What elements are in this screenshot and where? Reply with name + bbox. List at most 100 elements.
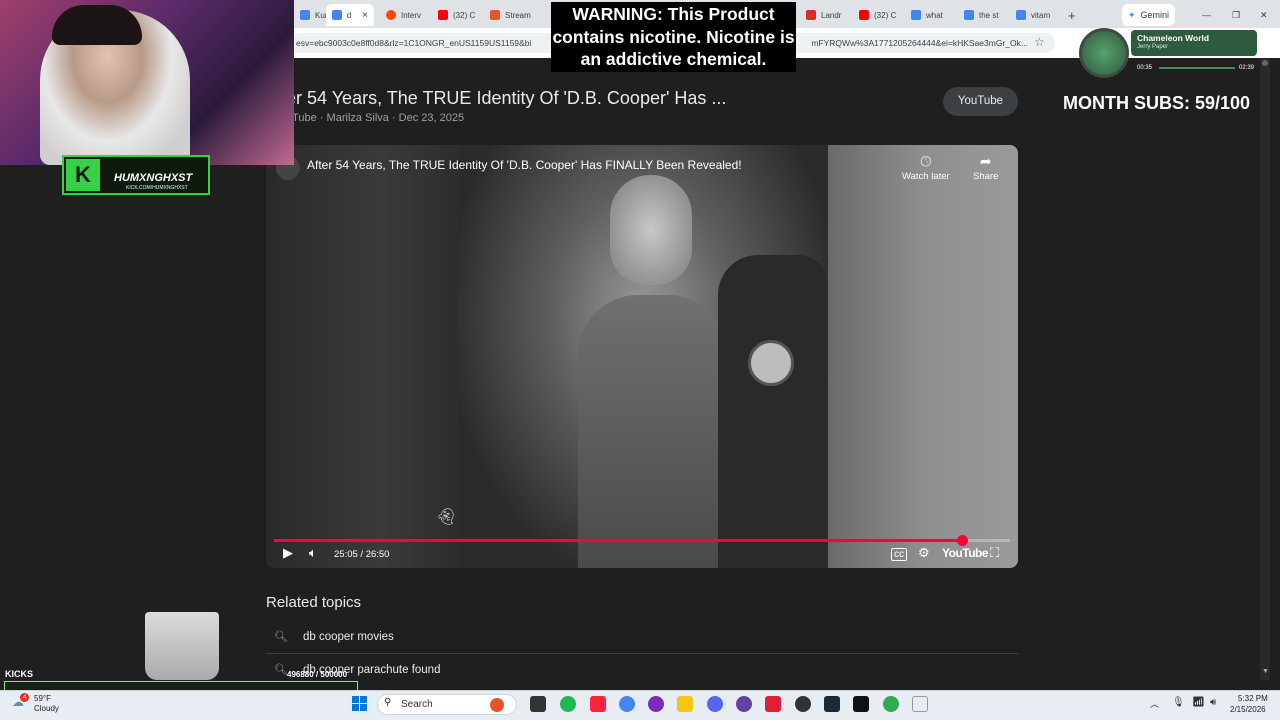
song-total: 02:39 — [1239, 65, 1255, 71]
streamer-logo: K HUMXNGHXST KICK.COM/HUMXNGHXST — [62, 155, 210, 195]
ghost-cursor-icon: 👻︎ — [436, 509, 457, 526]
task-view-icon[interactable] — [530, 696, 546, 712]
officer-jacket — [718, 255, 828, 568]
webcam-overlay — [0, 0, 294, 165]
result-title-link[interactable]: ter 54 Years, The TRUE Identity Of 'D.B.… — [281, 88, 726, 109]
streamer-name: HUMXNGHXST — [114, 172, 193, 184]
video-frame-photo — [458, 145, 828, 568]
streamer-hair — [52, 5, 142, 45]
chevron-up-icon[interactable]: ︿ — [1150, 697, 1159, 710]
close-tab-icon[interactable]: × — [362, 10, 368, 21]
youtube-icon — [438, 10, 448, 20]
taskbar-clock-date[interactable]: 2/15/2026 — [1230, 705, 1266, 714]
app-purple-icon[interactable] — [648, 696, 664, 712]
maximize-button[interactable]: ❐ — [1226, 4, 1246, 26]
youtube-icon — [859, 10, 869, 20]
scroll-down-arrow-icon[interactable]: ▼ — [1262, 668, 1269, 675]
kicks-goal-value: 496880 / 500000 — [287, 670, 348, 679]
youtube-logo[interactable]: YouTube — [942, 546, 989, 560]
share-icon: ➦ — [979, 153, 992, 169]
google-icon — [300, 10, 310, 20]
search-highlight-icon[interactable] — [490, 698, 504, 712]
search-icon: 🔍︎ — [274, 664, 288, 676]
fullscreen-icon[interactable]: ⛶ — [990, 545, 999, 561]
video-player[interactable]: After 54 Years, The TRUE Identity Of 'D.… — [266, 145, 1018, 568]
tab-10[interactable]: vitam — [1010, 4, 1056, 26]
video-frame-left — [266, 145, 458, 568]
video-time: 25:05 / 26:50 — [334, 549, 390, 560]
stream-icon — [490, 10, 500, 20]
minimize-button[interactable]: — — [1196, 4, 1217, 26]
gemini-button[interactable]: ✦ Gemini — [1122, 4, 1176, 26]
song-title: Chameleon World — [1137, 33, 1210, 43]
scrollbar[interactable] — [1260, 58, 1270, 680]
captions-button[interactable]: cc — [891, 548, 907, 561]
video-title[interactable]: After 54 Years, The TRUE Identity Of 'D.… — [307, 158, 742, 172]
related-topic-item[interactable]: 🔍︎ db cooper movies — [266, 622, 1018, 654]
streamer-url: KICK.COM/HUMXNGHXST — [126, 185, 188, 191]
album-art — [1079, 28, 1129, 78]
weather-temp[interactable]: 59°F — [34, 694, 51, 703]
tab-6[interactable]: Landr — [800, 4, 847, 26]
close-window-button[interactable]: ✕ — [1254, 4, 1274, 26]
new-tab-button[interactable]: + — [1062, 4, 1082, 26]
app-red-icon[interactable] — [765, 696, 781, 712]
google-icon — [964, 10, 974, 20]
chrome-profile-icon[interactable] — [883, 696, 899, 712]
terminal-icon[interactable] — [853, 696, 869, 712]
landr-icon — [806, 10, 816, 20]
windows-start-icon[interactable] — [352, 696, 368, 712]
gemini-icon: ✦ — [1128, 9, 1136, 20]
discord-icon[interactable] — [707, 696, 723, 712]
bookmark-star-icon[interactable]: ☆ — [1034, 35, 1045, 49]
spotify-icon[interactable] — [560, 696, 576, 712]
video-progress-bar[interactable] — [274, 535, 1010, 546]
google-icon — [911, 10, 921, 20]
search-icon: 🔍︎ — [274, 631, 288, 643]
google-icon — [332, 10, 342, 20]
file-explorer-icon[interactable] — [677, 696, 693, 712]
scrollbar-thumb[interactable] — [1262, 60, 1268, 66]
weather-condition[interactable]: Cloudy — [34, 704, 59, 713]
video-progress-fill — [274, 539, 963, 542]
song-progress-bar — [1159, 67, 1235, 69]
clock-icon: 🕓︎ — [920, 153, 932, 169]
speaker-icon[interactable]: 🔊︎ — [1210, 697, 1216, 708]
tab-8[interactable]: what — [905, 4, 949, 26]
google-icon — [1016, 10, 1026, 20]
tab-4[interactable]: (32) C — [432, 4, 481, 26]
share-button[interactable]: ➦ Share — [973, 153, 998, 182]
play-button[interactable]: ▶ — [283, 545, 293, 561]
tab-9[interactable]: the st — [958, 4, 1005, 26]
search-icon: ⚲ — [384, 697, 392, 708]
result-meta: uTube · Marilza Silva · Dec 23, 2025 — [286, 112, 465, 124]
tab-7[interactable]: (32) C — [853, 4, 902, 26]
related-topic-item[interactable]: 🔍︎ db cooper parachute found — [266, 655, 1018, 687]
tab-5[interactable]: Stream — [484, 4, 537, 26]
song-artist: Jerry Paper — [1137, 44, 1169, 50]
taskbar-search-label: Search — [401, 699, 433, 710]
taskbar-clock-time[interactable]: 5:32 PM — [1238, 694, 1268, 703]
microphone-icon[interactable]: 🎙︎ — [1172, 697, 1185, 708]
settings-gear-icon[interactable]: ⚙ — [918, 545, 930, 561]
obs-icon[interactable] — [795, 696, 811, 712]
tab-3[interactable]: Interv — [380, 4, 427, 26]
song-elapsed: 00:35 — [1137, 65, 1153, 71]
twitch-icon[interactable] — [736, 696, 752, 712]
nicotine-warning-banner: WARNING: This Product contains nicotine.… — [551, 2, 796, 72]
wifi-icon[interactable]: 📶︎ — [1192, 697, 1205, 708]
watch-later-button[interactable]: 🕓︎ Watch later — [902, 153, 950, 182]
month-subs-counter: MONTH SUBS: 59/100 — [1063, 93, 1251, 113]
music-app-icon[interactable] — [590, 696, 606, 712]
man-in-suit — [578, 295, 728, 568]
taskbar — [0, 690, 1280, 720]
chrome-icon[interactable] — [619, 696, 635, 712]
snipping-tool-icon[interactable] — [912, 696, 928, 712]
now-playing-widget: Chameleon World Jerry Paper 00:35 02:39 — [1079, 28, 1259, 80]
cup-prop — [145, 612, 219, 680]
youtube-source-pill[interactable]: YouTube — [943, 87, 1018, 116]
steam-icon[interactable] — [824, 696, 840, 712]
weather-badge: 4 — [20, 693, 29, 702]
tab-active[interactable]: d × — [326, 4, 374, 26]
volume-icon[interactable]: 🔈︎ — [309, 545, 317, 561]
